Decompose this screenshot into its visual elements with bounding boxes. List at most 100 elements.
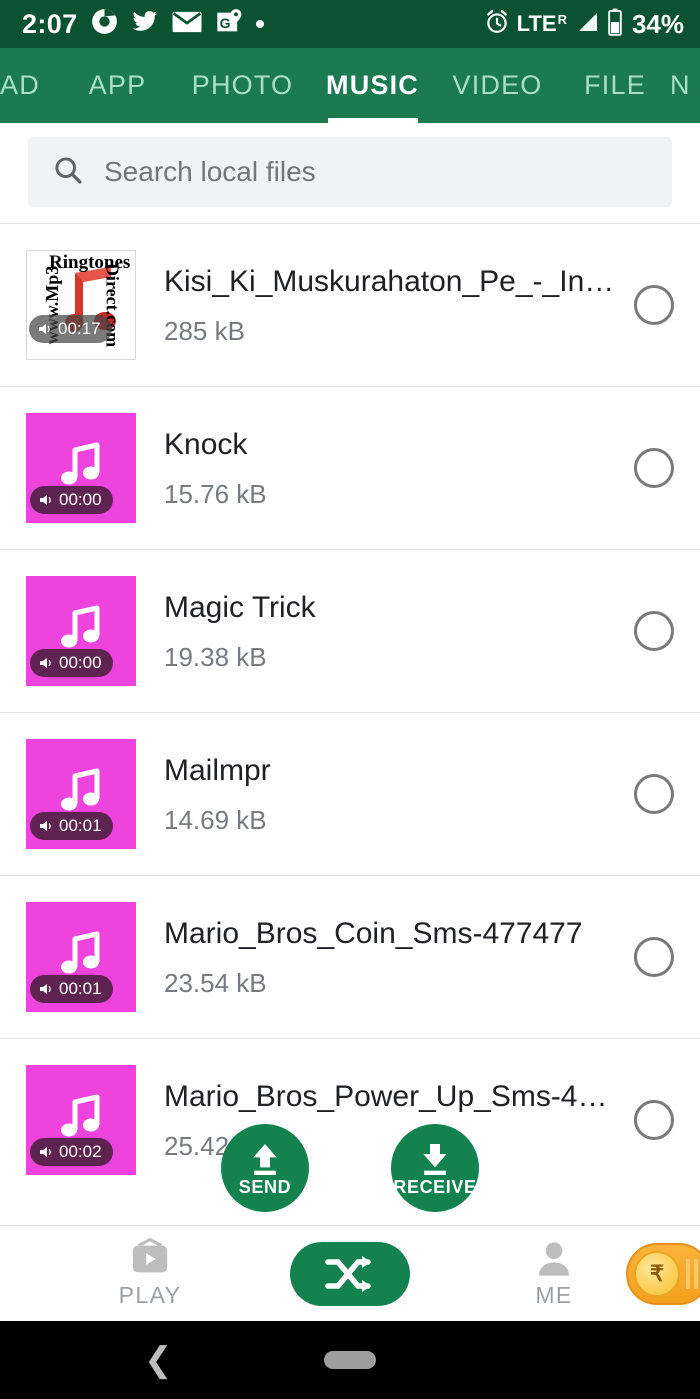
duration-badge: 00:00: [30, 649, 113, 677]
select-checkbox[interactable]: [634, 774, 674, 814]
music-thumbnail: 00:02: [26, 1065, 136, 1175]
search-icon: [52, 154, 84, 191]
phone-screen: 2:07 G LTE R 34% AD APP PHOTO MUSIC VIDE…: [0, 0, 700, 1399]
home-pill-icon[interactable]: [324, 1351, 376, 1369]
tab-label: APP: [88, 70, 147, 100]
tab-file[interactable]: FILE: [560, 48, 670, 123]
tab-label: AD: [0, 70, 40, 100]
duration-badge: 00:01: [30, 812, 113, 840]
speaker-icon: [40, 984, 51, 994]
tab-label: MUSIC: [326, 70, 419, 100]
send-label: SEND: [238, 1176, 292, 1197]
tab-label: VIDEO: [452, 70, 543, 100]
bottom-navigation[interactable]: PLAY ME ₹: [0, 1225, 700, 1321]
table-row[interactable]: 00:00 Magic Trick 19.38 kB: [0, 549, 700, 712]
maps-icon: G: [215, 8, 243, 41]
file-size: 14.69 kB: [164, 805, 267, 836]
speaker-icon: [39, 324, 50, 334]
search-input[interactable]: [104, 156, 648, 188]
duration-badge: 00:02: [30, 1138, 113, 1166]
music-note-icon: [61, 1094, 100, 1137]
select-checkbox[interactable]: [634, 937, 674, 977]
tab-app[interactable]: APP: [60, 48, 175, 123]
file-size: 23.54 kB: [164, 968, 267, 999]
file-meta: Mailmpr 14.69 kB: [136, 752, 620, 837]
file-name: Magic Trick: [164, 590, 316, 624]
duration-text: 00:01: [59, 816, 102, 835]
alarm-icon: [484, 9, 510, 40]
status-bar-left: 2:07 G: [22, 8, 264, 41]
coin-bars: [686, 1259, 700, 1289]
twitter-icon: [131, 8, 159, 40]
upload-arrow-icon: [253, 1143, 277, 1175]
file-name: Kisi_Ki_Muskurahaton_Pe_-_Instr…: [164, 264, 620, 298]
battery-icon: [607, 8, 623, 41]
status-bar-right: LTE R 34%: [484, 8, 684, 41]
download-arrow-icon: [423, 1143, 447, 1175]
select-checkbox[interactable]: [634, 1100, 674, 1140]
duration-text: 00:00: [59, 653, 102, 672]
nav-item-me[interactable]: ME: [464, 1238, 644, 1309]
file-meta: Kisi_Ki_Muskurahaton_Pe_-_Instr… 285 kB: [136, 263, 620, 348]
nav-item-play[interactable]: PLAY: [60, 1238, 240, 1309]
search-section: [0, 123, 700, 223]
signal-bars-icon: [574, 10, 600, 39]
transfer-button[interactable]: [290, 1241, 410, 1306]
category-tab-bar[interactable]: AD APP PHOTO MUSIC VIDEO FILE N: [0, 48, 700, 123]
select-checkbox[interactable]: [634, 285, 674, 325]
music-thumbnail: 00:01: [26, 739, 136, 849]
tv-play-icon: [132, 1238, 168, 1273]
music-thumbnail: 00:00: [26, 413, 136, 523]
music-note-icon: [61, 931, 100, 974]
tab-video[interactable]: VIDEO: [435, 48, 560, 123]
music-file-list[interactable]: Ringtones www.Mp3 Direct.com 00:17 Kisi_…: [0, 223, 700, 1225]
tab-label: FILE: [584, 70, 646, 100]
roaming-indicator: R: [557, 12, 567, 27]
music-note-icon: [61, 605, 100, 648]
table-row[interactable]: 00:00 Knock 15.76 kB: [0, 386, 700, 549]
duration-badge: 00:17: [29, 315, 112, 343]
tab-music[interactable]: MUSIC: [310, 48, 435, 123]
duration-text: 00:01: [59, 979, 102, 998]
shuffle-transfer-icon: [325, 1255, 371, 1292]
table-row[interactable]: 00:01 Mailmpr 14.69 kB: [0, 712, 700, 875]
tab-next[interactable]: N: [670, 48, 700, 123]
speaker-icon: [40, 658, 51, 668]
speaker-icon: [40, 821, 51, 831]
rupee-coin-icon[interactable]: ₹: [626, 1243, 700, 1305]
search-bar[interactable]: [28, 137, 672, 207]
status-bar: 2:07 G LTE R 34%: [0, 0, 700, 48]
speaker-icon: [40, 495, 51, 505]
tab-download[interactable]: AD: [0, 48, 60, 123]
file-size: 19.38 kB: [164, 642, 267, 673]
file-name: Mailmpr: [164, 753, 271, 787]
chrome-icon: [91, 8, 118, 40]
dot-icon: [255, 20, 264, 28]
receive-label: RECEIVE: [393, 1176, 477, 1197]
nav-label-play: PLAY: [118, 1282, 182, 1308]
file-meta: Mario_Bros_Coin_Sms-477477 23.54 kB: [136, 915, 620, 1000]
select-checkbox[interactable]: [634, 611, 674, 651]
table-row[interactable]: 00:02 Mario_Bros_Power_Up_Sms-477… 25.42…: [0, 1038, 700, 1201]
music-thumbnail: 00:01: [26, 902, 136, 1012]
android-navigation-bar[interactable]: ❮: [0, 1321, 700, 1399]
tab-label: N: [670, 70, 691, 100]
send-button[interactable]: SEND: [221, 1124, 309, 1212]
file-name: Mario_Bros_Power_Up_Sms-477…: [164, 1079, 620, 1113]
tab-photo[interactable]: PHOTO: [175, 48, 310, 123]
file-meta: Knock 15.76 kB: [136, 426, 620, 511]
coin-symbol: ₹: [634, 1251, 680, 1297]
file-size: 285 kB: [164, 316, 245, 347]
select-checkbox[interactable]: [634, 448, 674, 488]
svg-text:G: G: [219, 14, 230, 30]
file-size: 15.76 kB: [164, 479, 267, 510]
duration-text: 00:17: [58, 319, 101, 338]
table-row[interactable]: 00:01 Mario_Bros_Coin_Sms-477477 23.54 k…: [0, 875, 700, 1038]
back-chevron-icon[interactable]: ❮: [144, 1343, 173, 1377]
status-time: 2:07: [22, 8, 78, 39]
music-note-icon: [61, 768, 100, 811]
table-row[interactable]: Ringtones www.Mp3 Direct.com 00:17 Kisi_…: [0, 223, 700, 386]
duration-badge: 00:00: [30, 486, 113, 514]
music-thumbnail: 00:00: [26, 576, 136, 686]
receive-button[interactable]: RECEIVE: [391, 1124, 479, 1212]
